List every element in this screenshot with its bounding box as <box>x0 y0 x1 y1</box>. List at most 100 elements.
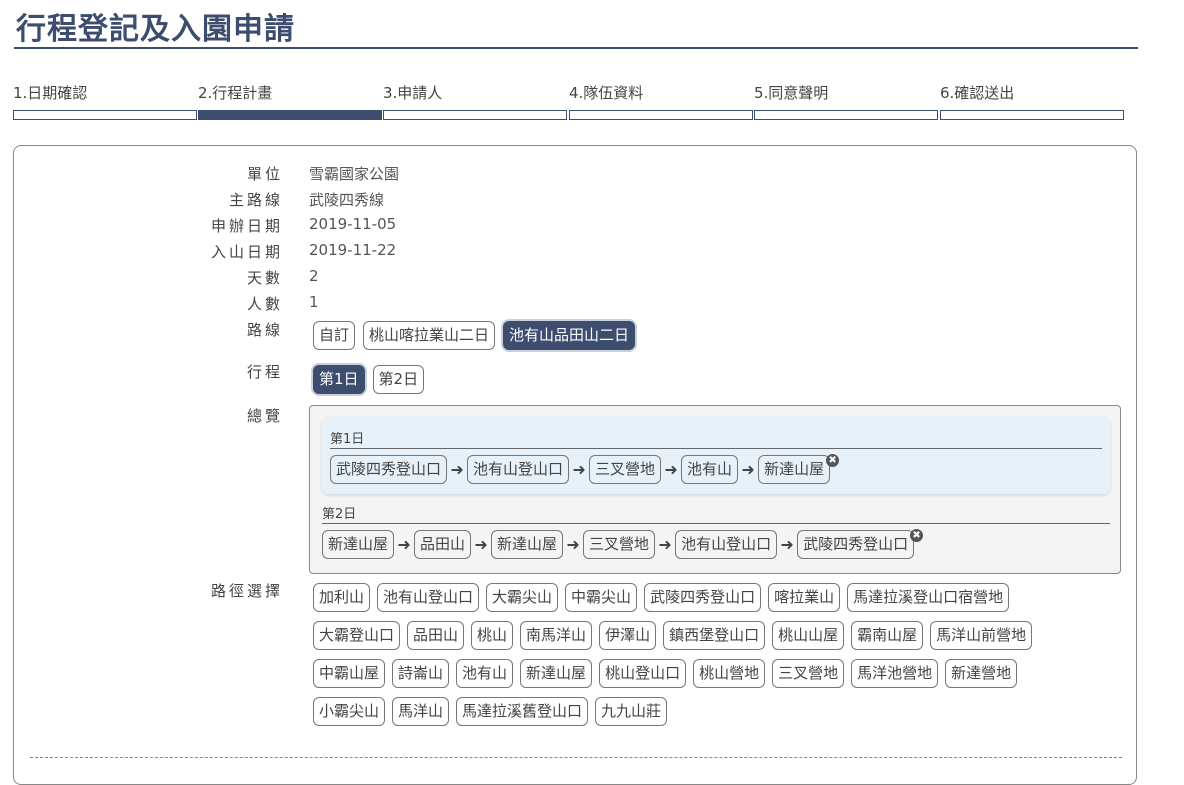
path-option[interactable]: 馬達拉溪登山口宿營地 <box>847 583 1010 612</box>
step-label: 1.日期確認 <box>13 84 88 102</box>
path-option[interactable]: 桃山營地 <box>693 659 766 688</box>
stop-chip[interactable]: 三叉營地 <box>583 530 656 559</box>
path-select-row: 加利山 池有山登山口 大霸尖山 中霸尖山 武陵四秀登山口 喀拉業山 馬達拉溪登山… <box>313 583 1113 612</box>
stop-chip[interactable]: 三叉營地 <box>589 455 662 484</box>
path-option[interactable]: 桃山登山口 <box>599 659 687 688</box>
path-option[interactable]: 喀拉業山 <box>768 583 841 612</box>
unit-label: 單位 <box>246 165 283 183</box>
step-bar <box>198 110 382 120</box>
arrow-right-icon: ➜ <box>780 535 794 554</box>
path-option[interactable]: 新達山屋 <box>520 659 593 688</box>
stop-chip[interactable]: 品田山 <box>414 530 472 559</box>
path-option[interactable]: 霸南山屋 <box>851 621 924 650</box>
page-title: 行程登記及入園申請 <box>16 12 295 47</box>
stop-chip[interactable]: 新達山屋 <box>322 530 395 559</box>
overview-label: 總覽 <box>246 407 283 425</box>
path-option[interactable]: 大霸尖山 <box>486 583 559 612</box>
route-value: 武陵四秀線 <box>309 191 385 209</box>
arrow-right-icon: ➜ <box>397 535 411 554</box>
route-label: 主路線 <box>228 191 283 209</box>
route-option-chiyou-pintian[interactable]: 池有山品田山二日 <box>503 321 636 350</box>
stop-chip[interactable]: 池有山登山口 <box>675 530 778 559</box>
enter-date-value: 2019-11-22 <box>309 241 397 259</box>
day-1-flow: 武陵四秀登山口 ➜ 池有山登山口 ➜ 三叉營地 ➜ 池有山 ➜ 新達山屋 ✖ <box>330 454 1102 484</box>
overview-day-1: 第1日 武陵四秀登山口 ➜ 池有山登山口 ➜ 三叉營地 ➜ 池有山 ➜ 新達山屋… <box>322 418 1110 494</box>
stop-chip[interactable]: 新達山屋 <box>491 530 564 559</box>
step-3: 3.申請人 <box>383 82 568 122</box>
day-1-title: 第1日 <box>330 428 1102 449</box>
arrow-right-icon: ➜ <box>474 535 488 554</box>
unit-value: 雪霸國家公園 <box>309 165 400 183</box>
overview-day-2: 第2日 新達山屋 ➜ 品田山 ➜ 新達山屋 ➜ 三叉營地 ➜ 池有山登山口 ➜ … <box>322 503 1110 569</box>
day-tabs: 第1日 第2日 <box>313 365 425 394</box>
day-2-title: 第2日 <box>322 503 1110 524</box>
stop-chip[interactable]: 武陵四秀登山口 <box>797 530 915 559</box>
step-label: 4.隊伍資料 <box>569 84 644 102</box>
stop-chip[interactable]: 新達山屋 <box>758 455 831 484</box>
path-option[interactable]: 九九山莊 <box>595 697 668 726</box>
tab-day-2[interactable]: 第2日 <box>372 365 425 394</box>
path-option[interactable]: 馬洋池營地 <box>851 659 939 688</box>
step-label: 5.同意聲明 <box>754 84 829 102</box>
path-select-row: 大霸登山口 品田山 桃山 南馬洋山 伊澤山 鎮西堡登山口 桃山山屋 霸南山屋 馬… <box>313 621 1113 650</box>
arrow-right-icon: ➜ <box>658 535 672 554</box>
path-option[interactable]: 鎮西堡登山口 <box>663 621 766 650</box>
path-option[interactable]: 池有山登山口 <box>377 583 480 612</box>
path-option[interactable]: 桃山山屋 <box>772 621 845 650</box>
route-option-custom[interactable]: 自訂 <box>313 321 356 350</box>
path-label: 路線 <box>246 321 283 339</box>
step-bar <box>569 110 753 120</box>
path-option[interactable]: 品田山 <box>407 621 465 650</box>
step-6: 6.確認送出 <box>940 82 1125 122</box>
path-select-label: 路徑選擇 <box>210 582 283 600</box>
days-value: 2 <box>309 267 319 285</box>
path-option[interactable]: 新達營地 <box>945 659 1018 688</box>
path-option[interactable]: 武陵四秀登山口 <box>644 583 762 612</box>
tab-day-1[interactable]: 第1日 <box>313 365 365 394</box>
path-option[interactable]: 馬洋山前營地 <box>930 621 1033 650</box>
path-option[interactable]: 中霸尖山 <box>565 583 638 612</box>
apply-date-value: 2019-11-05 <box>309 215 397 233</box>
step-1: 1.日期確認 <box>13 82 198 122</box>
path-option[interactable]: 桃山 <box>471 621 514 650</box>
overview-box: 第1日 武陵四秀登山口 ➜ 池有山登山口 ➜ 三叉營地 ➜ 池有山 ➜ 新達山屋… <box>309 405 1121 574</box>
path-option[interactable]: 小霸尖山 <box>313 697 386 726</box>
step-label: 2.行程計畫 <box>198 84 273 102</box>
path-option[interactable]: 馬洋山 <box>392 697 450 726</box>
path-option[interactable]: 三叉營地 <box>772 659 845 688</box>
section-divider <box>30 757 1122 758</box>
path-select-row: 小霸尖山 馬洋山 馬達拉溪舊登山口 九九山莊 <box>313 697 1113 726</box>
step-4: 4.隊伍資料 <box>569 82 754 122</box>
arrow-right-icon: ➜ <box>572 460 586 479</box>
title-divider <box>14 47 1138 49</box>
step-5: 5.同意聲明 <box>754 82 939 122</box>
arrow-right-icon: ➜ <box>566 535 580 554</box>
path-select-options: 加利山 池有山登山口 大霸尖山 中霸尖山 武陵四秀登山口 喀拉業山 馬達拉溪登山… <box>313 583 1113 735</box>
path-option[interactable]: 南馬洋山 <box>520 621 593 650</box>
path-option[interactable]: 詩崙山 <box>392 659 450 688</box>
step-bar <box>383 110 567 120</box>
route-options: 自訂 桃山喀拉業山二日 池有山品田山二日 <box>313 321 636 350</box>
days-label: 天數 <box>246 269 283 287</box>
step-label: 6.確認送出 <box>940 84 1015 102</box>
stop-chip[interactable]: 武陵四秀登山口 <box>330 455 448 484</box>
stop-chip[interactable]: 池有山 <box>681 455 739 484</box>
people-value: 1 <box>309 293 319 311</box>
remove-stop-icon[interactable]: ✖ <box>910 529 924 542</box>
path-option[interactable]: 池有山 <box>456 659 514 688</box>
people-label: 人數 <box>246 295 283 313</box>
route-option-taoshan[interactable]: 桃山喀拉業山二日 <box>363 321 496 350</box>
enter-date-label: 入山日期 <box>210 243 283 261</box>
path-option[interactable]: 伊澤山 <box>599 621 657 650</box>
path-option[interactable]: 中霸山屋 <box>313 659 386 688</box>
step-progress: 1.日期確認 2.行程計畫 3.申請人 4.隊伍資料 5.同意聲明 6.確認送出 <box>13 82 1125 124</box>
stop-chip[interactable]: 池有山登山口 <box>467 455 570 484</box>
path-option[interactable]: 馬達拉溪舊登山口 <box>456 697 589 726</box>
step-bar <box>940 110 1124 120</box>
path-option[interactable]: 加利山 <box>313 583 371 612</box>
path-option[interactable]: 大霸登山口 <box>313 621 401 650</box>
apply-date-label: 申辦日期 <box>210 217 283 235</box>
step-label: 3.申請人 <box>383 84 443 102</box>
day-2-flow: 新達山屋 ➜ 品田山 ➜ 新達山屋 ➜ 三叉營地 ➜ 池有山登山口 ➜ 武陵四秀… <box>322 529 1110 559</box>
remove-stop-icon[interactable]: ✖ <box>826 454 840 467</box>
